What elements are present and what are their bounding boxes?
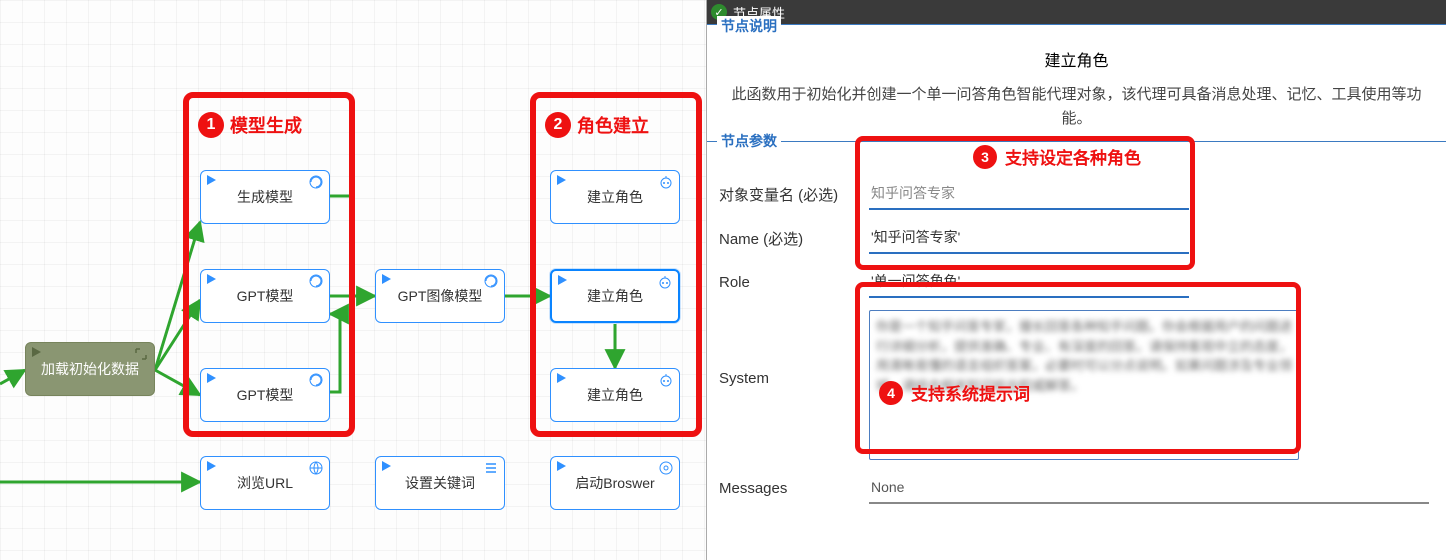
messages-input[interactable] [869,472,1429,504]
annotation-label: 角色建立 [577,112,649,138]
node-init-data[interactable]: 加载初始化数据 [25,342,155,396]
annotation-badge-1: 1 模型生成 [198,112,302,138]
description-title: 建立角色 [719,47,1434,71]
fan-icon [483,273,499,289]
node-browse-url[interactable]: 浏览URL [200,456,330,510]
badge-number-icon: 1 [198,112,224,138]
annotation-frame-4 [855,282,1301,454]
param-label: Name (必选) [719,228,869,249]
group-legend: 节点说明 [717,16,781,36]
param-label: System [719,370,869,387]
play-icon [382,274,391,284]
description-body: 此函数用于初始化并创建一个单一问答角色智能代理对象，该代理可具备消息处理、记忆、… [719,83,1434,131]
branch-icon [133,346,149,362]
annotation-label: 模型生成 [230,112,302,138]
annotation-badge-2: 2 角色建立 [545,112,649,138]
globe-icon [308,460,324,476]
node-set-keywords[interactable]: 设置关键词 [375,456,505,510]
param-row-messages: Messages [719,472,1434,504]
list-icon [483,460,499,476]
badge-number-icon: 4 [879,381,903,405]
annotation-label: 支持设定各种角色 [1005,144,1141,169]
node-params-group: 节点参数 对象变量名 (必选) Name (必选) Role System 你是… [707,141,1446,560]
play-icon [32,347,41,357]
annotation-badge-4: 4 支持系统提示词 [879,380,1030,405]
properties-panel: ✓ 节点属性 节点说明 建立角色 此函数用于初始化并创建一个单一问答角色智能代理… [706,0,1446,560]
node-label: GPT图像模型 [398,286,483,306]
play-icon [382,461,391,471]
play-icon [557,461,566,471]
annotation-frame-2 [530,92,702,437]
badge-number-icon: 2 [545,112,571,138]
node-description-group: 节点说明 建立角色 此函数用于初始化并创建一个单一问答角色智能代理对象，该代理可… [707,24,1446,141]
node-label: 加载初始化数据 [41,359,139,379]
target-icon [658,460,674,476]
annotation-frame-1 [183,92,355,437]
annotation-label: 支持系统提示词 [911,380,1030,405]
node-label: 浏览URL [237,473,293,493]
param-label: Role [719,274,869,291]
node-launch-browser[interactable]: 启动Broswer [550,456,680,510]
flow-canvas[interactable]: 加载初始化数据 生成模型 GPT模型 GPT图像模型 GPT模型 建立 [0,0,706,560]
badge-number-icon: 3 [973,145,997,169]
play-icon [207,461,216,471]
param-label: 对象变量名 (必选) [719,184,869,205]
node-label: 启动Broswer [575,473,654,493]
panel-title-bar: ✓ 节点属性 [707,0,1446,24]
node-label: 设置关键词 [405,473,475,493]
annotation-badge-3: 3 支持设定各种角色 [973,144,1141,169]
group-legend: 节点参数 [717,131,781,151]
node-gpt-image[interactable]: GPT图像模型 [375,269,505,323]
param-label: Messages [719,480,869,497]
